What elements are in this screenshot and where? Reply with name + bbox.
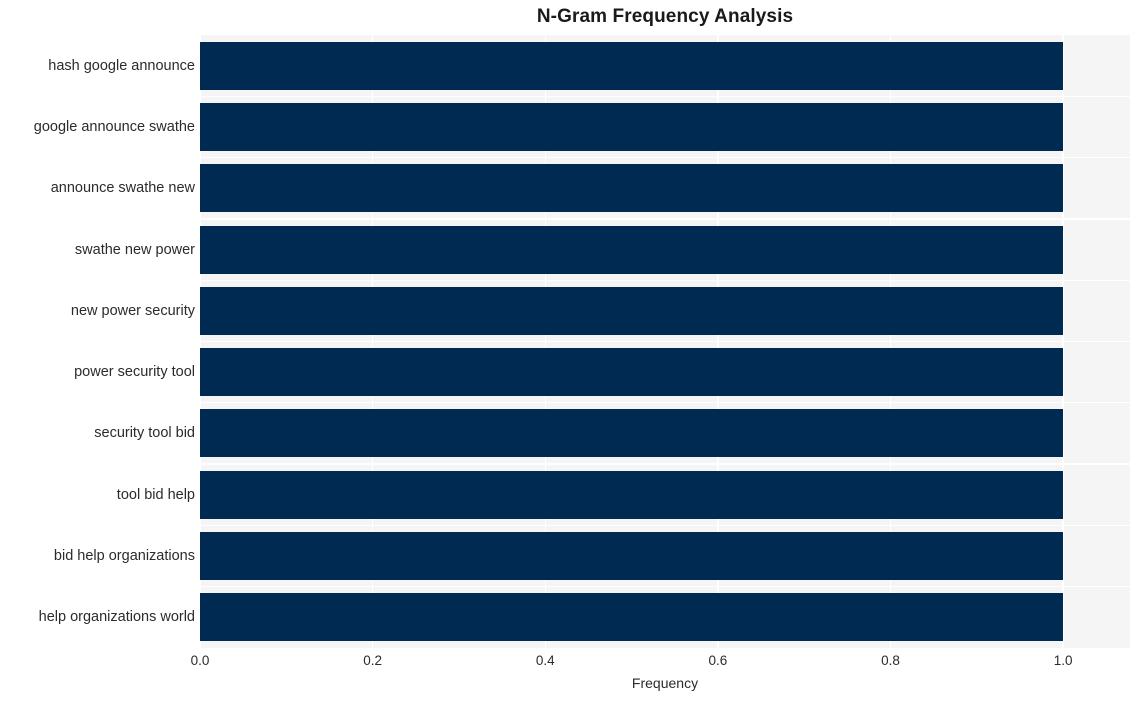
x-axis-tick-label: 0.0 <box>190 653 210 668</box>
bar <box>200 102 1064 151</box>
y-axis-tick-label: google announce swathe <box>33 118 195 135</box>
bar <box>200 470 1064 519</box>
bar <box>200 164 1064 213</box>
y-axis-tick-label: hash google announce <box>48 57 195 74</box>
x-axis-tick-label: 0.2 <box>363 653 382 668</box>
y-axis-tick-label: help organizations world <box>38 609 195 626</box>
x-axis-label: Frequency <box>631 675 699 691</box>
x-axis-tick-label: 0.8 <box>881 653 900 668</box>
horizontal-gridline <box>200 279 1130 281</box>
bar <box>200 286 1064 335</box>
horizontal-gridline <box>200 586 1130 588</box>
y-axis-tick-label: new power security <box>70 302 195 319</box>
y-axis-tick-label: swathe new power <box>74 241 195 258</box>
horizontal-gridline <box>200 156 1130 159</box>
plot-area <box>199 35 1130 648</box>
bar <box>200 593 1064 642</box>
horizontal-gridline <box>200 402 1130 404</box>
bar <box>200 532 1064 581</box>
chart-title: N-Gram Frequency Analysis <box>536 6 794 27</box>
bar <box>200 225 1064 274</box>
horizontal-gridline <box>200 218 1130 220</box>
y-axis-tick-label: tool bid help <box>116 486 195 503</box>
horizontal-gridline <box>200 524 1130 527</box>
horizontal-gridline <box>200 340 1130 343</box>
y-axis-tick-label: bid help organizations <box>53 548 195 565</box>
horizontal-gridline <box>200 463 1130 465</box>
bar <box>200 409 1064 458</box>
x-axis-tick-label: 1.0 <box>1053 653 1073 668</box>
x-axis-tick-label: 0.6 <box>708 653 728 668</box>
chart-figure: N-Gram Frequency Analysis Frequency hash… <box>0 0 1139 701</box>
y-axis-tick-label: security tool bid <box>94 425 195 442</box>
x-axis-tick-label: 0.4 <box>535 653 555 668</box>
horizontal-gridline <box>200 95 1130 97</box>
bar <box>200 41 1064 90</box>
bar <box>200 348 1064 397</box>
y-axis-tick-label: power security tool <box>74 364 195 381</box>
y-axis-tick-label: announce swathe new <box>50 180 195 197</box>
